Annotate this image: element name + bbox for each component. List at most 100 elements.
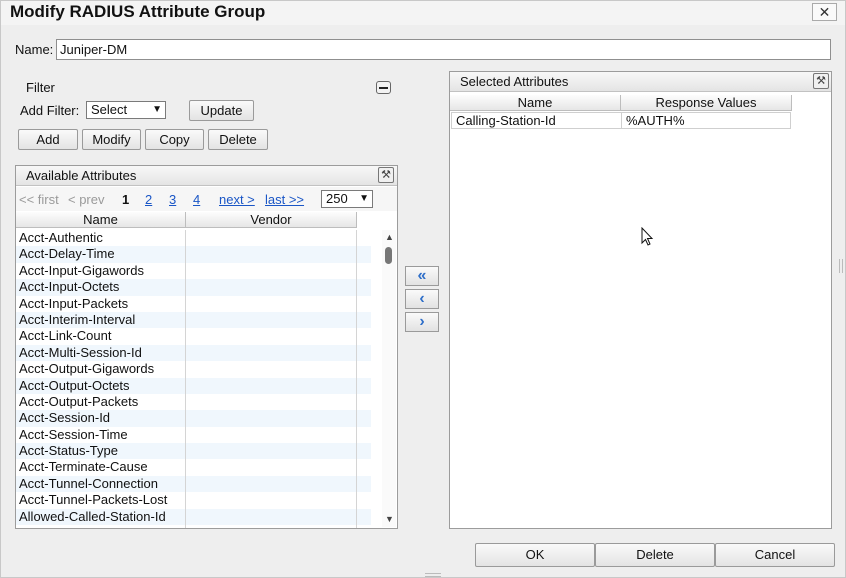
page-size-value: 250 xyxy=(326,191,348,206)
attribute-name-cell: Acct-Output-Octets xyxy=(19,377,130,393)
available-attributes-list: Acct-Authentic Acct-Delay-Time Acct-Input-… xyxy=(16,230,371,526)
chevron-down-icon: ▼ xyxy=(359,193,369,204)
table-row[interactable]: Allowed-Called-Station-Id xyxy=(16,508,371,526)
attribute-name-cell: Acct-Tunnel-Connection xyxy=(19,475,158,491)
page-1-link: 1 xyxy=(122,192,130,207)
delete-button[interactable]: Delete xyxy=(208,129,268,150)
available-attributes-header: Available Attributes ⚒ xyxy=(16,166,397,186)
table-row[interactable]: Acct-Tunnel-Connection xyxy=(16,475,371,493)
available-attributes-panel: Available Attributes ⚒ << first < prev 1… xyxy=(15,165,398,529)
table-row[interactable]: Acct-Link-Count xyxy=(16,328,371,344)
available-table-header: Name Vendor xyxy=(16,212,357,228)
table-row[interactable]: Acct-Interim-Interval xyxy=(16,311,371,329)
ok-button[interactable]: OK xyxy=(475,543,595,567)
attribute-name-cell: Acct-Delay-Time xyxy=(19,246,115,262)
column-header-vendor[interactable]: Vendor xyxy=(186,212,357,228)
footer-delete-button[interactable]: Delete xyxy=(595,543,715,567)
attribute-name-cell: Acct-Interim-Interval xyxy=(19,311,136,327)
page-size-select[interactable]: 250 ▼ xyxy=(321,190,373,208)
table-row[interactable]: Acct-Tunnel-Packets-Lost xyxy=(16,492,371,508)
update-filter-button[interactable]: Update xyxy=(189,100,254,121)
attribute-name-cell: Acct-Input-Gigawords xyxy=(19,262,144,278)
remove-attribute-button[interactable]: ‹ xyxy=(405,289,439,309)
table-row[interactable]: Acct-Output-Gigawords xyxy=(16,361,371,377)
pagination-bar: << first < prev 1 2 3 4 next > last >> 2… xyxy=(16,187,397,211)
name-label: Name: xyxy=(15,42,54,57)
available-attributes-title: Available Attributes xyxy=(26,168,137,183)
title-bar: Modify RADIUS Attribute Group ✕ xyxy=(1,1,845,25)
dialog-title: Modify RADIUS Attribute Group xyxy=(10,2,266,21)
add-filter-label: Add Filter: xyxy=(20,103,80,118)
chevron-left-icon: ‹ xyxy=(419,290,425,307)
scroll-up-icon[interactable]: ▲ xyxy=(385,232,394,242)
selected-attributes-title: Selected Attributes xyxy=(460,74,569,89)
modify-button[interactable]: Modify xyxy=(82,129,141,150)
selected-attribute-value-cell[interactable]: %AUTH% xyxy=(621,112,791,129)
selected-attributes-header: Selected Attributes ⚒ xyxy=(450,72,831,92)
table-row[interactable]: Acct-Delay-Time xyxy=(16,246,371,263)
scrollbar-thumb[interactable] xyxy=(385,247,392,264)
attribute-name-cell: Acct-Session-Id xyxy=(19,410,111,426)
attribute-name-cell: Acct-Link-Count xyxy=(19,328,112,344)
chevron-down-icon: ▼ xyxy=(152,104,162,115)
table-row[interactable]: Acct-Input-Gigawords xyxy=(16,263,371,279)
table-row[interactable]: Acct-Multi-Session-Id xyxy=(16,344,371,362)
attribute-name-cell: Acct-Terminate-Cause xyxy=(19,459,148,475)
attribute-name-cell: Acct-Session-Time xyxy=(19,426,128,442)
add-button[interactable]: Add xyxy=(18,129,78,150)
table-row[interactable]: Acct-Input-Packets xyxy=(16,296,371,312)
attribute-name-cell: Acct-Input-Packets xyxy=(19,295,129,311)
column-header-response-values[interactable]: Response Values xyxy=(621,95,792,111)
add-filter-select[interactable]: Select ▼ xyxy=(86,101,166,119)
mouse-pointer-icon xyxy=(641,227,654,246)
cancel-button[interactable]: Cancel xyxy=(715,543,835,567)
table-row[interactable]: Acct-Terminate-Cause xyxy=(16,459,371,475)
selected-table-header: Name Response Values xyxy=(450,95,792,111)
scroll-down-icon[interactable]: ▼ xyxy=(385,514,394,524)
attribute-name-cell: Acct-Output-Gigawords xyxy=(19,361,155,377)
name-input[interactable] xyxy=(56,39,831,60)
column-header-name[interactable]: Name xyxy=(450,95,621,111)
attribute-name-cell: Allowed-Called-Station-Id xyxy=(19,508,166,524)
table-row[interactable]: Acct-Output-Octets xyxy=(16,377,371,394)
vertical-scrollbar[interactable]: ▲ ▼ xyxy=(382,230,396,527)
table-row[interactable]: Acct-Authentic xyxy=(16,230,371,246)
table-row[interactable]: Acct-Session-Id xyxy=(16,410,371,427)
double-chevron-left-icon: « xyxy=(417,267,427,284)
add-filter-select-value: Select xyxy=(91,102,128,117)
page-2-link[interactable]: 2 xyxy=(145,192,152,207)
table-row[interactable]: Acct-Session-Time xyxy=(16,427,371,443)
table-row[interactable]: Acct-Input-Octets xyxy=(16,279,371,296)
last-page-link[interactable]: last >> xyxy=(265,192,304,207)
collapse-filter-icon[interactable] xyxy=(376,81,391,94)
next-page-link[interactable]: next > xyxy=(219,192,255,207)
table-row[interactable]: Acct-Output-Packets xyxy=(16,394,371,410)
wrench-icon[interactable]: ⚒ xyxy=(378,167,394,183)
attribute-name-cell: Acct-Output-Packets xyxy=(19,393,139,409)
page-4-link[interactable]: 4 xyxy=(193,192,200,207)
attribute-name-cell: Acct-Tunnel-Packets-Lost xyxy=(19,492,168,508)
selected-attributes-panel: Selected Attributes ⚒ Name Response Valu… xyxy=(449,71,832,529)
table-row[interactable]: Acct-Status-Type xyxy=(16,443,371,460)
column-divider xyxy=(185,230,186,528)
copy-button[interactable]: Copy xyxy=(145,129,204,150)
filter-heading: Filter xyxy=(26,80,55,95)
modify-radius-attribute-group-dialog: Modify RADIUS Attribute Group ✕ Name: Fi… xyxy=(0,0,846,578)
add-attribute-button[interactable]: › xyxy=(405,312,439,332)
resize-handle[interactable] xyxy=(425,573,441,577)
prev-page-link: < prev xyxy=(68,192,105,207)
column-header-name[interactable]: Name xyxy=(16,212,186,228)
page-3-link[interactable]: 3 xyxy=(169,192,176,207)
close-icon[interactable]: ✕ xyxy=(812,3,837,21)
attribute-name-cell: Acct-Multi-Session-Id xyxy=(19,344,142,360)
wrench-icon[interactable]: ⚒ xyxy=(813,73,829,89)
column-divider xyxy=(356,230,357,528)
resize-handle[interactable] xyxy=(839,259,843,273)
attribute-name-cell: Acct-Status-Type xyxy=(19,443,118,459)
chevron-right-icon: › xyxy=(419,313,425,330)
first-page-link: << first xyxy=(19,192,59,207)
add-all-button[interactable]: « xyxy=(405,266,439,286)
attribute-name-cell: Acct-Authentic xyxy=(19,230,103,245)
selected-attribute-name-cell[interactable]: Calling-Station-Id xyxy=(451,112,622,129)
attribute-name-cell: Acct-Input-Octets xyxy=(19,279,120,295)
